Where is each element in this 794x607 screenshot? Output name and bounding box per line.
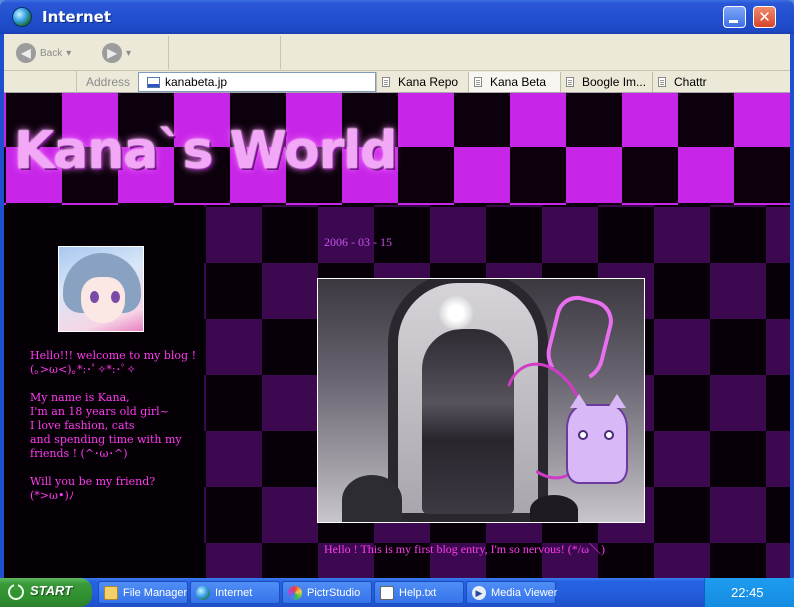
intro-line: and spending time with my [30,433,182,446]
cat-sticker [566,394,628,484]
tab-chattr[interactable]: Chattr [652,72,744,92]
system-tray: 22:45 [704,578,794,607]
play-icon: ▶ [472,586,486,600]
page-icon [147,77,160,88]
chevron-down-icon: ▾ [126,47,132,59]
task-help-txt[interactable]: Help.txt [374,581,464,604]
site-title: Kana`s World [14,121,397,181]
address-url: kanabeta.jp [165,75,228,89]
cat-eye [578,430,588,440]
document-icon [658,77,666,87]
task-label: PictrStudio [307,587,361,599]
start-label: START [30,583,73,598]
task-label: Help.txt [399,587,437,599]
avatar [58,246,144,332]
avatar-eye [111,291,120,303]
task-label: Internet [215,587,253,599]
forward-button[interactable]: ▶ ▾ [102,43,131,63]
cat-sticker-dark [530,495,578,522]
minimize-button[interactable] [723,6,746,28]
cat-eye [604,430,614,440]
document-icon [382,77,390,87]
task-label: Media Viewer [491,587,558,599]
toolbar-divider [168,36,169,69]
forward-arrow-icon: ▶ [102,43,122,63]
web-page: Kana`s World Hello!!! welcome to my blog… [4,93,790,578]
girl-figure [422,329,514,514]
address-bar: Address kanabeta.jp Kana Repo Kana Beta … [4,71,790,93]
cat-sticker-dark [342,475,402,522]
task-media-viewer[interactable]: ▶ Media Viewer [466,581,558,604]
task-label: File Manager [123,587,188,599]
intro-paragraph: Hello!!! welcome to my blog ! (｡>ω<)｡*:･… [30,349,200,377]
toolbar-divider [280,36,281,69]
globe-icon [12,7,32,27]
intro-line: Hello!!! welcome to my blog ! [30,349,197,362]
address-label: Address [86,75,131,89]
back-button[interactable]: ◀ Back ▾ [16,43,71,63]
folder-icon [104,586,118,600]
intro-line: Will you be my friend? [30,475,156,488]
cat-ear [608,394,626,408]
intro-paragraph: My name is Kana, I'm an 18 years old gir… [30,391,200,461]
intro-paragraph: Will you be my friend? (*>ω•)ﾉ [30,475,200,503]
tab-label: Kana Beta [490,75,547,89]
start-button[interactable]: START [0,578,92,607]
back-label: Back [40,47,63,59]
window-title: Internet [42,8,112,26]
document-icon [474,77,482,87]
tab-label: Boogle Im... [582,75,647,89]
intro-line: friends ! (^･ω･^) [30,447,128,460]
paint-icon [288,586,302,600]
title-bar[interactable]: Internet ✕ [0,0,794,34]
taskbar: START File Manager Internet PictrStudio … [0,578,794,607]
task-file-manager[interactable]: File Manager [98,581,188,604]
tab-label: Kana Repo [398,75,459,89]
post-photo [317,278,645,523]
back-arrow-icon: ◀ [16,43,36,63]
power-icon [8,582,24,600]
post-date: 2006 - 03 - 15 [324,235,392,249]
clock: 22:45 [731,585,764,600]
document-icon [566,77,574,87]
task-internet[interactable]: Internet [190,581,280,604]
toolbar: ◀ Back ▾ ▶ ▾ [4,34,790,71]
intro-line: (｡>ω<)｡*:･ﾟ✧*:･ﾟ✧ [30,363,136,376]
notepad-icon [380,586,394,600]
close-button[interactable]: ✕ [753,6,776,28]
address-divider [76,71,77,93]
tab-kana-repo[interactable]: Kana Repo [376,72,468,92]
sidebar-intro: Hello!!! welcome to my blog ! (｡>ω<)｡*:･… [30,349,200,517]
intro-line: My name is Kana, [30,391,130,404]
post-body: Hello ! This is my first blog entry, I'm… [324,542,606,556]
intro-line: I'm an 18 years old girl~ [30,405,169,418]
tab-label: Chattr [674,75,707,89]
tab-kana-beta[interactable]: Kana Beta [468,72,560,92]
globe-icon [196,586,210,600]
task-pictrstudio[interactable]: PictrStudio [282,581,372,604]
intro-line: (*>ω•)ﾉ [30,489,75,502]
avatar-eye [90,291,99,303]
intro-line: I love fashion, cats [30,419,135,432]
address-input[interactable]: kanabeta.jp [138,72,376,92]
cat-ear [570,394,588,408]
browser-window: Internet ✕ ◀ Back ▾ ▶ ▾ Address kanabeta… [0,0,794,578]
tab-boogle-images[interactable]: Boogle Im... [560,72,652,92]
camera-flash [438,295,474,331]
chevron-down-icon: ▾ [66,47,72,59]
